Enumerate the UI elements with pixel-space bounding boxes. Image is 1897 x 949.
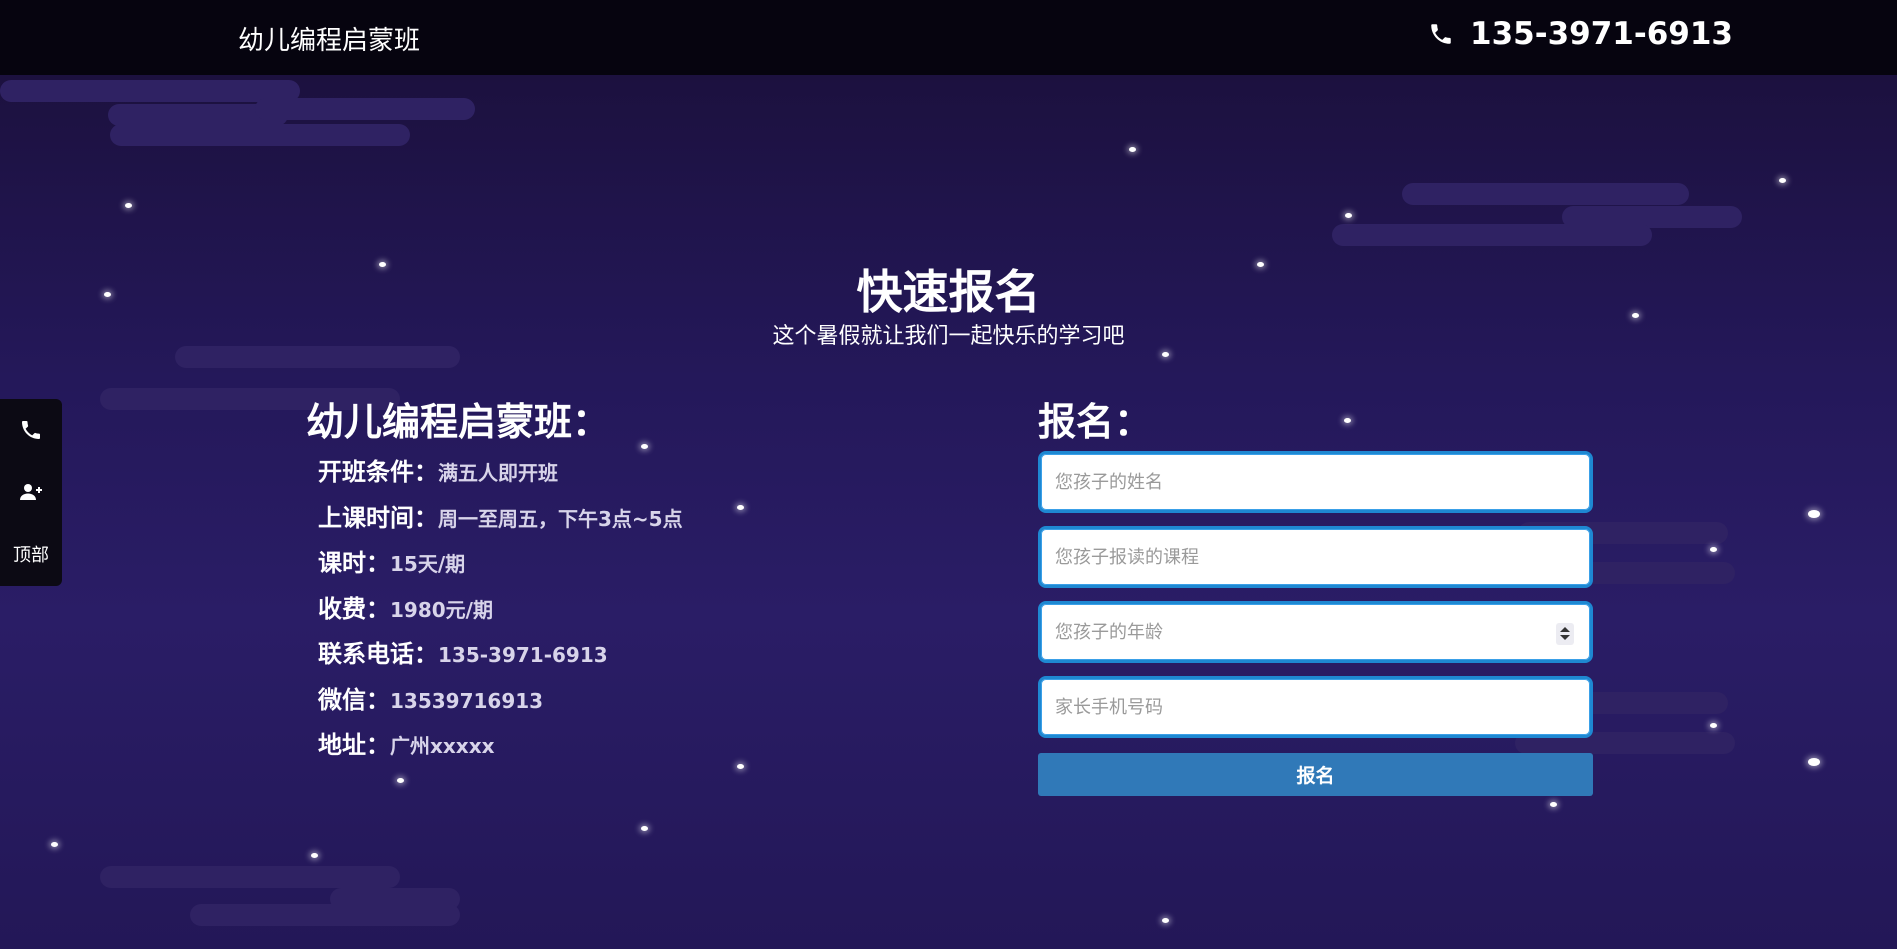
brand-title[interactable]: 幼儿编程启蒙班	[238, 20, 420, 57]
form-title: 报名：	[1038, 400, 1153, 444]
course-field-wrapper	[1038, 526, 1593, 588]
sidebar-phone-button[interactable]	[0, 399, 62, 461]
starry-background	[0, 0, 1897, 949]
info-value: 满五人即开班	[438, 461, 558, 485]
submit-button[interactable]: 报名	[1038, 753, 1593, 796]
info-value: 周一至周五，下午3点~5点	[438, 506, 683, 531]
parent-phone-input[interactable]	[1041, 679, 1590, 735]
phone-icon	[1431, 24, 1451, 44]
info-row-address: 地址： 广州xxxxx	[318, 725, 683, 771]
info-row-schedule: 上课时间： 周一至周五，下午3点~5点	[318, 498, 683, 544]
info-label: 收费：	[318, 594, 390, 623]
info-label: 开班条件：	[318, 458, 438, 486]
info-value: 1980元/期	[390, 597, 493, 622]
info-label: 联系电话：	[318, 640, 438, 668]
header-phone[interactable]: 135-3971-6913	[1428, 16, 1733, 52]
stepper-down-icon[interactable]	[1560, 635, 1570, 640]
info-label: 上课时间：	[318, 503, 438, 532]
info-row-condition: 开班条件： 满五人即开班	[318, 452, 683, 498]
info-row-duration: 课时： 15天/期	[318, 543, 683, 589]
header-phone-number: 135-3971-6913	[1470, 16, 1734, 52]
add-user-icon	[20, 484, 42, 500]
hero-heading: 快速报名 这个暑假就让我们一起快乐的学习吧	[0, 262, 1897, 352]
age-input[interactable]	[1041, 604, 1590, 660]
age-stepper[interactable]	[1556, 623, 1574, 645]
info-value: 13539716913	[390, 688, 544, 713]
sidebar-top-button[interactable]: 顶部	[0, 523, 62, 585]
sidebar-top-label: 顶部	[13, 545, 49, 566]
info-value: 15天/期	[390, 552, 466, 576]
top-bar: 幼儿编程启蒙班 135-3971-6913	[0, 0, 1897, 75]
course-info-title: 幼儿编程启蒙班：	[306, 400, 611, 444]
info-row-phone: 联系电话： 135-3971-6913	[318, 634, 683, 680]
sidebar-add-user-button[interactable]	[0, 461, 62, 523]
info-label: 地址：	[318, 731, 390, 759]
course-input[interactable]	[1041, 529, 1590, 585]
info-label: 微信：	[318, 685, 390, 714]
floating-sidebar: 顶部	[0, 399, 62, 586]
age-field-wrapper	[1038, 601, 1593, 663]
page-title: 快速报名	[856, 265, 1041, 319]
child-name-input[interactable]	[1041, 454, 1590, 510]
course-info: 幼儿编程启蒙班： 开班条件： 满五人即开班 上课时间： 周一至周五，下午3点~5…	[306, 398, 683, 771]
info-row-fee: 收费： 1980元/期	[318, 589, 683, 635]
info-label: 课时：	[318, 549, 390, 577]
info-row-wechat: 微信： 13539716913	[318, 680, 683, 726]
info-value: 135-3971-6913	[438, 643, 608, 667]
child-name-field-wrapper	[1038, 451, 1593, 513]
phone-icon	[22, 421, 40, 439]
stepper-up-icon[interactable]	[1560, 627, 1570, 632]
info-value: 广州xxxxx	[390, 734, 495, 758]
parent-phone-field-wrapper	[1038, 676, 1593, 738]
page-subtitle: 这个暑假就让我们一起快乐的学习吧	[772, 324, 1125, 349]
registration-form: 报名： 报名	[1038, 398, 1593, 796]
